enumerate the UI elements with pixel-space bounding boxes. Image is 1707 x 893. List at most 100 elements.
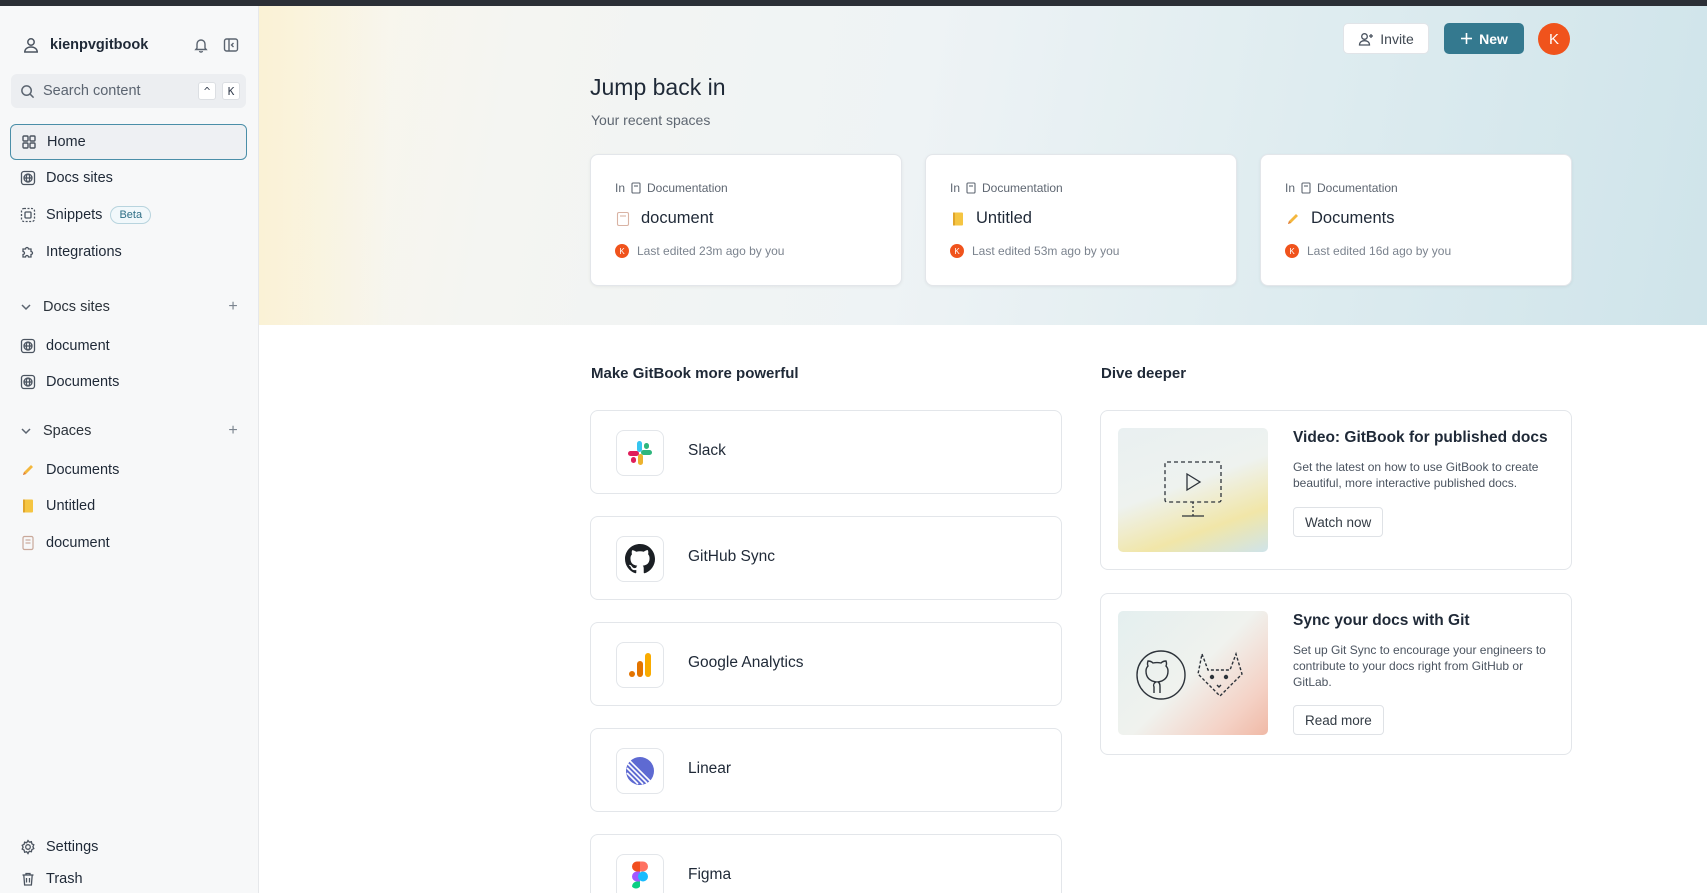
sidebar-item-label: Integrations — [46, 244, 122, 260]
sidebar-item-label: document — [46, 338, 110, 354]
book-icon — [631, 182, 641, 194]
new-label: New — [1479, 30, 1508, 47]
google-analytics-icon — [616, 642, 664, 688]
sidebar-item-label: document — [46, 535, 110, 551]
sidebar-item-label: Untitled — [46, 498, 96, 514]
sidebar-item-docs-sites[interactable]: Docs sites — [10, 160, 247, 196]
snippet-icon — [19, 207, 36, 224]
in-label: In — [950, 181, 961, 195]
sidebar-item-space-documents[interactable]: Documents — [10, 452, 247, 488]
sidebar-item-docsite-documents[interactable]: Documents — [10, 364, 247, 400]
dive-card-desc: Get the latest on how to use GitBook to … — [1293, 460, 1539, 490]
collection-name: Documentation — [982, 181, 1063, 195]
editor-avatar: K — [950, 244, 964, 258]
collection-line: In Documentation — [615, 181, 728, 195]
integration-card-linear[interactable]: Linear — [590, 728, 1062, 812]
edit-meta-text: Last edited 53m ago by you — [972, 244, 1120, 258]
user-icon[interactable] — [22, 36, 40, 54]
integration-card-google-analytics[interactable]: Google Analytics — [590, 622, 1062, 706]
shortcut-k: K — [222, 82, 240, 100]
chevron-down-icon[interactable] — [19, 424, 33, 438]
watch-now-button[interactable]: Watch now — [1293, 507, 1384, 537]
space-title-text: Untitled — [976, 209, 1032, 227]
integration-name: Figma — [688, 866, 732, 883]
dive-card-title: Sync your docs with Git — [1293, 612, 1470, 629]
grid-icon — [20, 134, 37, 151]
section-label: Spaces — [43, 423, 92, 439]
search-input[interactable]: Search content ^ K — [11, 74, 246, 108]
spaces-section-header[interactable]: Spaces + — [10, 416, 247, 446]
notebook-icon — [19, 498, 36, 515]
chevron-down-icon[interactable] — [19, 300, 33, 314]
dive-section-title: Dive deeper — [1101, 365, 1187, 382]
add-docs-site-icon[interactable]: + — [223, 298, 243, 316]
invite-button[interactable]: Invite — [1343, 23, 1429, 54]
integration-card-github-sync[interactable]: GitHub Sync — [590, 516, 1062, 600]
recent-space-card[interactable]: In Documentation Documents K Last edited… — [1260, 154, 1572, 286]
editor-avatar: K — [1285, 244, 1299, 258]
edit-meta-text: Last edited 16d ago by you — [1307, 244, 1452, 258]
edit-meta: K Last edited 23m ago by you — [615, 244, 784, 258]
add-user-icon — [1359, 32, 1374, 46]
org-name[interactable]: kienpvgitbook — [50, 37, 182, 53]
sidebar-item-home[interactable]: Home — [10, 124, 247, 160]
sidebar-item-trash[interactable]: Trash — [10, 864, 247, 893]
sidebar-item-docsite-document[interactable]: document — [10, 328, 247, 364]
dive-card-video: Video: GitBook for published docs Get th… — [1100, 410, 1572, 570]
figma-icon — [616, 854, 664, 893]
linear-icon — [616, 748, 664, 794]
sidebar: kienpvgitbook Search content ^ K Home Do… — [0, 6, 259, 893]
sidebar-item-label: Documents — [46, 374, 120, 390]
sidebar-item-label: Docs sites — [46, 170, 113, 186]
integration-name: GitHub Sync — [688, 548, 776, 565]
sidebar-item-space-document[interactable]: document — [10, 525, 247, 561]
sidebar-item-snippets[interactable]: Snippets Beta — [10, 197, 247, 233]
sidebar-item-integrations[interactable]: Integrations — [10, 234, 247, 270]
new-button[interactable]: New — [1444, 23, 1524, 54]
search-placeholder: Search content — [43, 83, 141, 99]
integration-card-figma[interactable]: Figma — [590, 834, 1062, 893]
video-screen-icon — [1164, 461, 1222, 517]
collection-line: In Documentation — [950, 181, 1063, 195]
space-title-text: Documents — [1311, 209, 1395, 227]
space-title: document — [615, 209, 713, 228]
globe-icon — [19, 338, 36, 355]
slack-icon — [616, 430, 664, 476]
github-outline-icon — [1136, 650, 1186, 700]
add-space-icon[interactable]: + — [223, 422, 243, 440]
collection-name: Documentation — [1317, 181, 1398, 195]
integration-card-slack[interactable]: Slack — [590, 410, 1062, 494]
book-icon — [966, 182, 976, 194]
page-title: Jump back in — [590, 74, 726, 100]
space-title: Untitled — [950, 209, 1032, 228]
in-label: In — [1285, 181, 1296, 195]
sidebar-item-space-untitled[interactable]: Untitled — [10, 488, 247, 524]
read-more-button[interactable]: Read more — [1293, 705, 1384, 735]
integrations-section-title: Make GitBook more powerful — [591, 365, 799, 382]
collapse-sidebar-icon[interactable] — [220, 34, 242, 56]
video-thumbnail[interactable] — [1118, 428, 1268, 552]
gitlab-outline-icon — [1197, 651, 1243, 697]
collection-line: In Documentation — [1285, 181, 1398, 195]
sidebar-item-label: Settings — [46, 839, 99, 855]
collection-name: Documentation — [647, 181, 728, 195]
recent-space-card[interactable]: In Documentation Untitled K Last edited … — [925, 154, 1237, 286]
search-icon — [21, 84, 35, 98]
page-icon — [19, 535, 36, 552]
sidebar-item-settings[interactable]: Settings — [10, 829, 247, 865]
invite-label: Invite — [1380, 30, 1414, 47]
git-sync-thumbnail[interactable] — [1118, 611, 1268, 735]
page-subtitle: Your recent spaces — [591, 112, 711, 128]
gear-icon — [19, 839, 36, 856]
user-avatar[interactable]: K — [1538, 23, 1570, 55]
sidebar-item-label: Trash — [46, 871, 83, 887]
integration-name: Google Analytics — [688, 654, 804, 671]
edit-meta-text: Last edited 23m ago by you — [637, 244, 785, 258]
sidebar-header: kienpvgitbook — [22, 30, 242, 60]
docs-sites-section-header[interactable]: Docs sites + — [10, 292, 247, 322]
trash-icon — [19, 871, 36, 888]
hero-glow — [259, 6, 389, 325]
edit-meta: K Last edited 16d ago by you — [1285, 244, 1451, 258]
recent-space-card[interactable]: In Documentation document K Last edited … — [590, 154, 902, 286]
bell-icon[interactable] — [190, 34, 212, 56]
